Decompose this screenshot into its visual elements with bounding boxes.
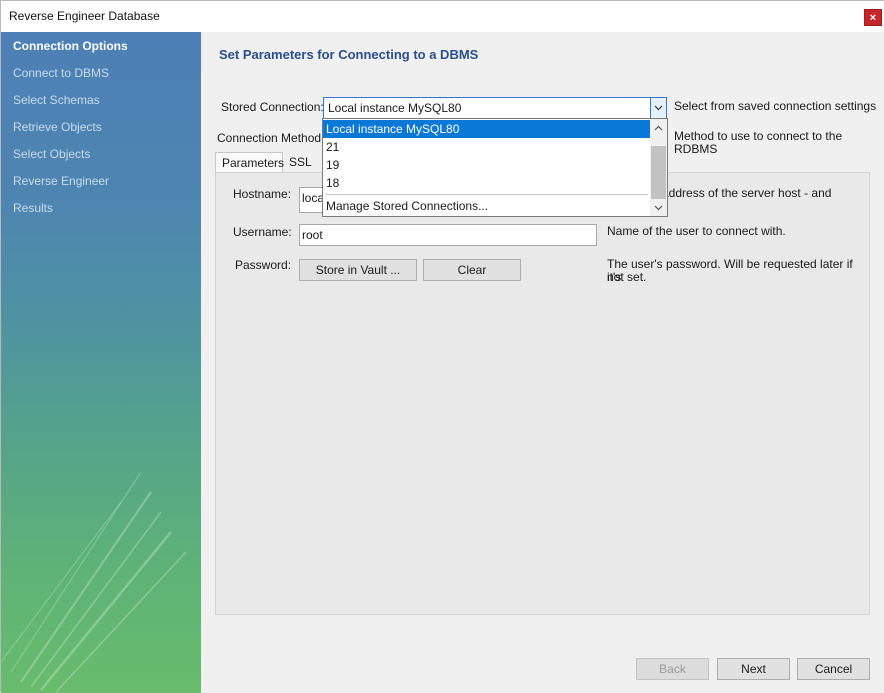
username-value: root [302,228,323,242]
scrollbar-thumb[interactable] [651,146,666,199]
connection-method-label: Connection Method: [217,131,325,145]
close-icon: × [869,11,877,24]
dropdown-option[interactable]: 18 [323,174,651,192]
next-button[interactable]: Next [717,658,790,680]
step-select-objects: Select Objects [13,147,91,161]
password-label: Password: [235,258,292,272]
step-connect-to-dbms: Connect to DBMS [13,66,110,80]
window-title: Reverse Engineer Database [9,9,160,23]
step-connection-options: Connection Options [13,39,128,53]
clear-password-button[interactable]: Clear [423,259,521,281]
title-bar: Reverse Engineer Database × [1,1,884,32]
dropdown-option[interactable]: 21 [323,138,651,156]
chevron-down-icon[interactable] [650,98,666,118]
back-button[interactable]: Back [636,658,709,680]
hostname-hint: address of the server host - and [662,186,832,200]
tab-parameters[interactable]: Parameters [215,152,284,173]
wizard-steps-sidebar: Connection Options Connect to DBMS Selec… [1,32,201,693]
reverse-engineer-window: Reverse Engineer Database × Connection O… [0,0,884,693]
manage-stored-connections-option[interactable]: Manage Stored Connections... [323,197,651,215]
tab-ssl[interactable]: SSL [283,152,319,173]
stored-connection-value: Local instance MySQL80 [328,101,462,115]
stored-connection-select[interactable]: Local instance MySQL80 [323,97,667,119]
store-in-vault-button[interactable]: Store in Vault ... [299,259,417,281]
main-panel: Set Parameters for Connecting to a DBMS … [201,32,884,693]
stored-connection-dropdown: Local instance MySQL80 21 19 18 Manage S… [322,118,668,217]
chevron-down-icon[interactable] [650,199,667,216]
username-hint: Name of the user to connect with. [607,224,786,238]
cancel-button[interactable]: Cancel [797,658,870,680]
chevron-up-icon[interactable] [650,119,667,136]
dropdown-scrollbar[interactable] [650,119,667,216]
step-reverse-engineer: Reverse Engineer [13,174,110,188]
step-results: Results [13,201,54,215]
connection-method-hint: Method to use to connect to the RDBMS [674,129,843,156]
password-hint-line2: not set. [607,270,647,284]
username-label: Username: [233,225,292,239]
sidebar-decoration [1,471,187,693]
dropdown-option[interactable]: Local instance MySQL80 [323,120,651,138]
step-retrieve-objects: Retrieve Objects [13,120,102,134]
stored-connection-hint: Select from saved connection settings [674,99,877,113]
dropdown-separator [326,194,648,195]
close-button[interactable]: × [864,9,882,26]
hostname-label: Hostname: [233,187,292,201]
stored-connection-label: Stored Connection: [221,100,324,114]
dropdown-option[interactable]: 19 [323,156,651,174]
step-select-schemas: Select Schemas [13,93,100,107]
parameters-panel: Hostname: locall address of the server h… [215,172,870,615]
username-field[interactable]: root [299,224,597,246]
page-title: Set Parameters for Connecting to a DBMS [219,47,479,62]
